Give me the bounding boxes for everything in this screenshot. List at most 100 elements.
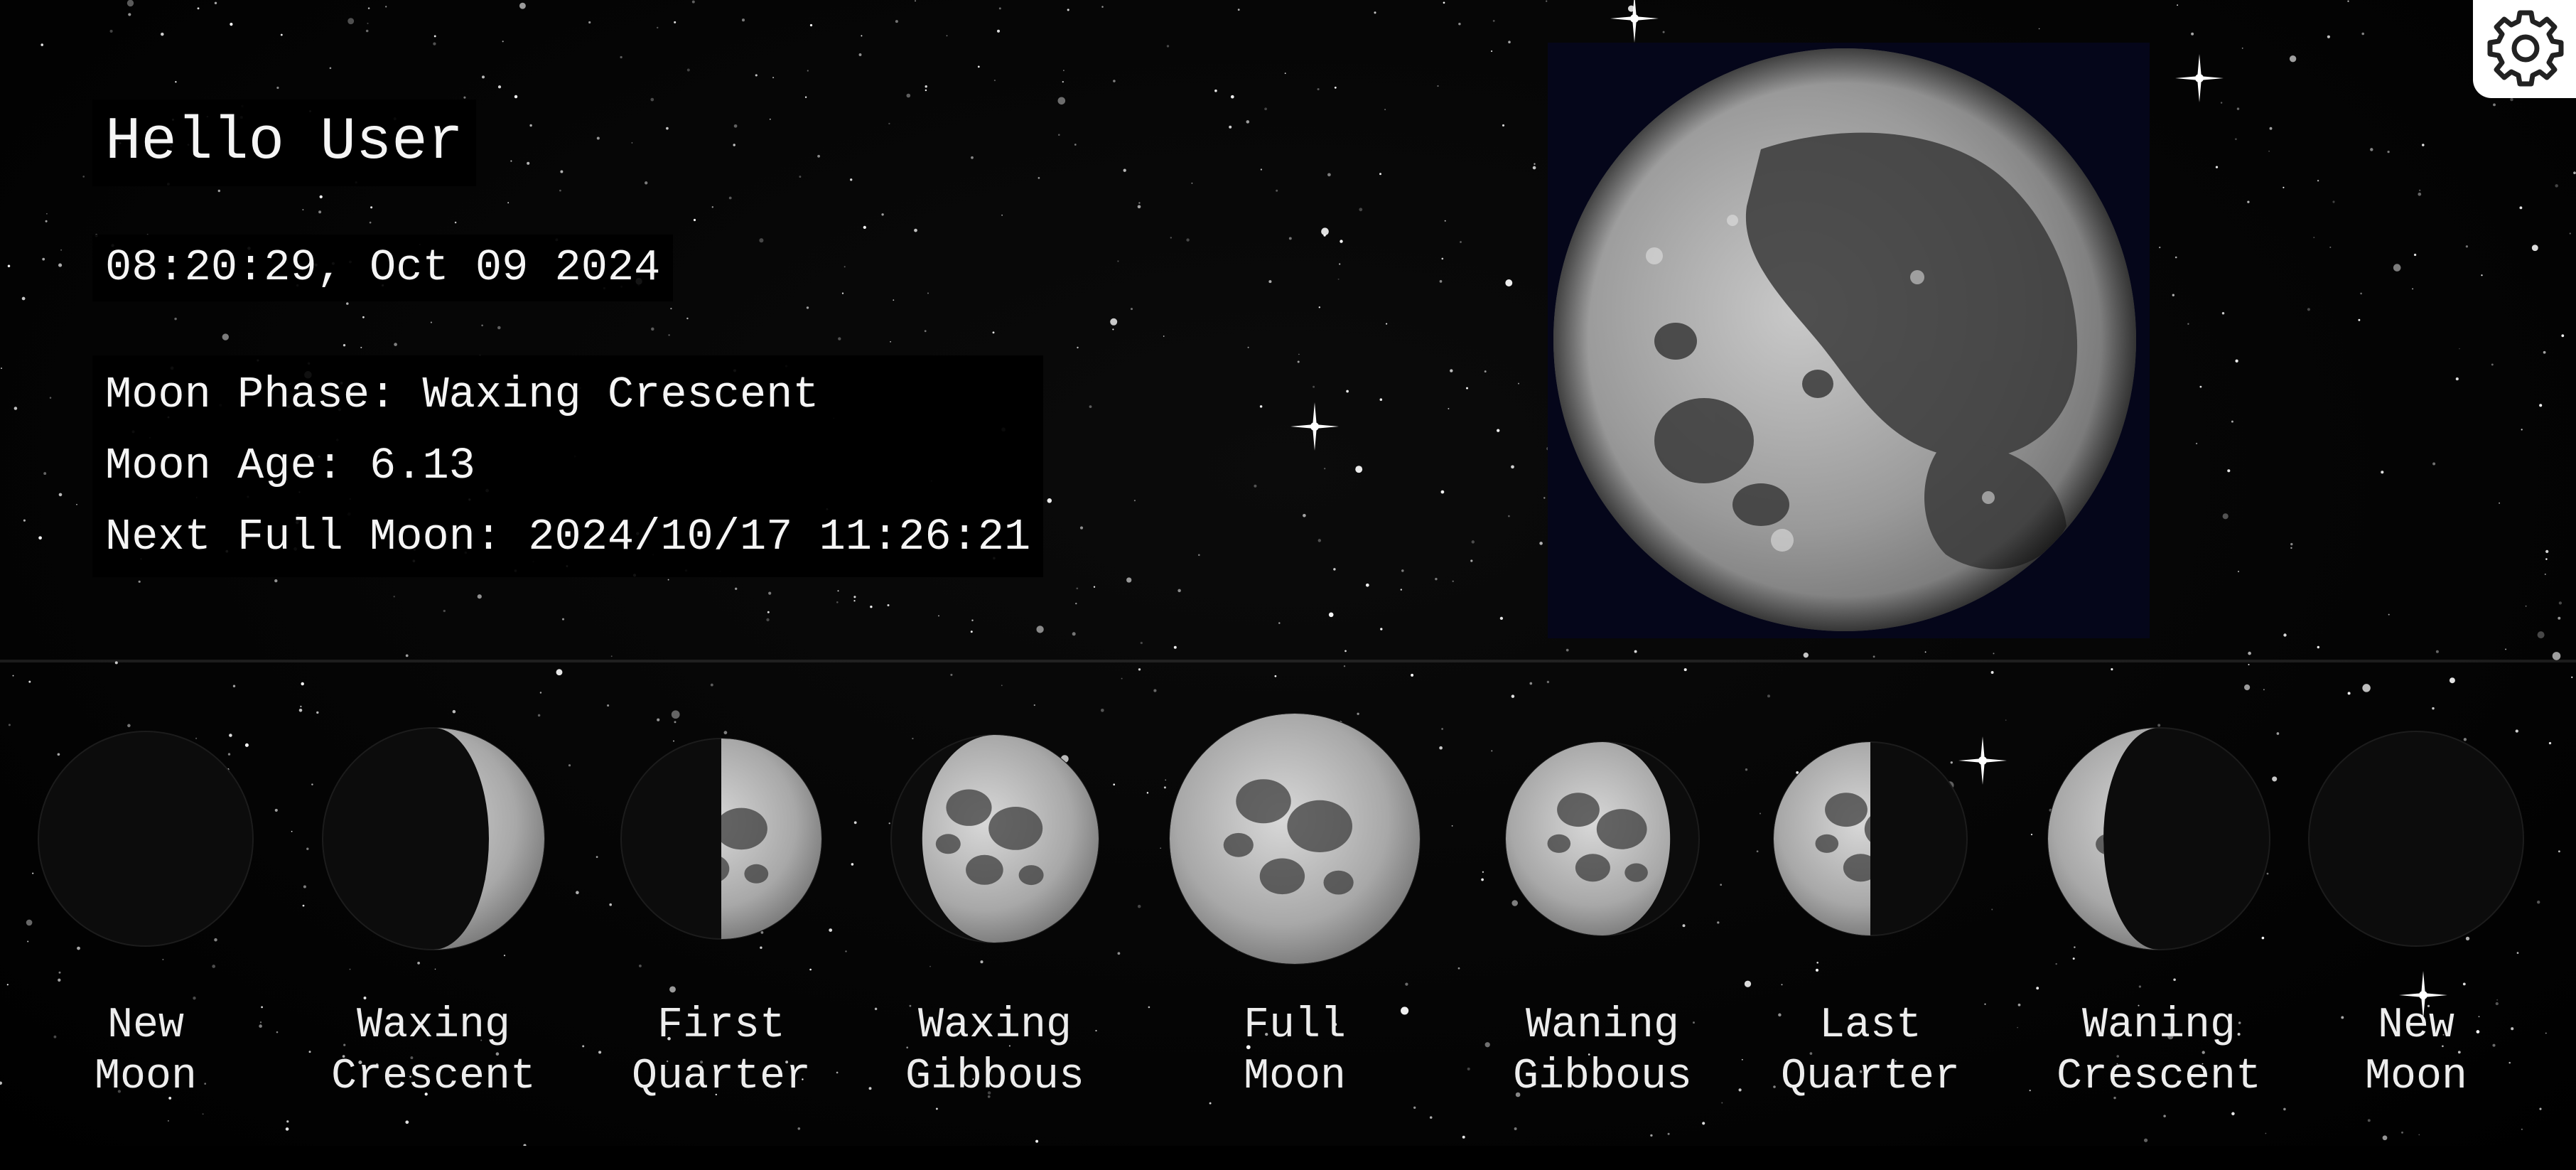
star bbox=[2432, 462, 2436, 466]
star bbox=[656, 26, 659, 29]
star bbox=[925, 89, 927, 92]
star bbox=[1448, 407, 1450, 409]
star bbox=[1, 367, 2, 370]
star bbox=[2558, 601, 2562, 605]
next-full-moon-text: Next Full Moon: 2024/10/17 11:26:21 bbox=[105, 512, 1031, 562]
star bbox=[797, 1127, 801, 1130]
star bbox=[367, 7, 370, 9]
star bbox=[405, 654, 409, 658]
phase-item: New Moon bbox=[4, 707, 288, 1102]
star bbox=[650, 97, 654, 102]
star bbox=[1138, 668, 1141, 671]
star bbox=[1457, 967, 1460, 970]
star bbox=[809, 23, 813, 27]
section-divider bbox=[0, 660, 2576, 662]
star bbox=[2558, 850, 2560, 853]
star bbox=[1110, 318, 1118, 326]
star bbox=[319, 195, 323, 199]
star bbox=[2195, 442, 2198, 445]
star bbox=[631, 142, 633, 144]
star bbox=[443, 609, 446, 613]
star bbox=[1230, 95, 1234, 99]
phase-label: Full Moon bbox=[1243, 1002, 1347, 1101]
star bbox=[1437, 85, 1439, 87]
settings-button[interactable] bbox=[2473, 0, 2576, 98]
star bbox=[1518, 382, 1519, 385]
star bbox=[1340, 240, 1343, 243]
greeting-text: Hello User bbox=[92, 100, 477, 186]
star bbox=[527, 161, 530, 165]
current-datetime: 08:20:29, Oct 09 2024 bbox=[92, 235, 674, 301]
star bbox=[2543, 350, 2546, 354]
bright-star bbox=[1290, 402, 1339, 451]
new-moon-icon bbox=[2308, 731, 2524, 947]
star bbox=[1497, 429, 1500, 432]
star bbox=[1047, 498, 1052, 503]
star bbox=[2289, 55, 2297, 63]
star bbox=[2269, 127, 2273, 130]
star bbox=[998, 7, 1001, 10]
star bbox=[2199, 385, 2202, 388]
star bbox=[109, 29, 113, 33]
star bbox=[2177, 4, 2178, 6]
star bbox=[667, 579, 669, 581]
star bbox=[1121, 677, 1123, 680]
star bbox=[1284, 73, 1286, 74]
star bbox=[971, 619, 974, 621]
star bbox=[2455, 377, 2459, 381]
star bbox=[766, 618, 770, 622]
star bbox=[1355, 466, 1363, 473]
star bbox=[2143, 1138, 2148, 1142]
star bbox=[2413, 253, 2417, 257]
star bbox=[1063, 70, 1065, 71]
star bbox=[992, 331, 995, 334]
star bbox=[1191, 182, 1193, 184]
star bbox=[2191, 32, 2194, 36]
star bbox=[1197, 554, 1200, 557]
star bbox=[2537, 631, 2545, 639]
star bbox=[2558, 616, 2561, 620]
star bbox=[1470, 559, 1473, 562]
star bbox=[1634, 650, 1637, 653]
star bbox=[560, 170, 564, 173]
star bbox=[1317, 87, 1320, 91]
star bbox=[1036, 626, 1044, 633]
star bbox=[138, 580, 141, 583]
phase-label: Last Quarter bbox=[1780, 1002, 1961, 1101]
star bbox=[2519, 206, 2523, 210]
star bbox=[924, 330, 927, 333]
star bbox=[1872, 655, 1875, 658]
star bbox=[1662, 31, 1665, 33]
star bbox=[1924, 651, 1926, 653]
star bbox=[2159, 246, 2161, 249]
star bbox=[21, 296, 26, 301]
star bbox=[1384, 109, 1386, 111]
star bbox=[12, 675, 14, 677]
waxing-crescent-icon bbox=[322, 727, 545, 950]
star bbox=[385, 6, 387, 8]
star bbox=[329, 67, 332, 70]
star bbox=[1274, 675, 1277, 677]
star bbox=[1400, 589, 1402, 591]
moon-phase-text: Moon Phase: Waxing Crescent bbox=[105, 370, 819, 420]
moon-age-text: Moon Age: 6.13 bbox=[105, 441, 475, 491]
star bbox=[769, 118, 771, 120]
star bbox=[651, 327, 654, 331]
star bbox=[1499, 616, 1504, 621]
star bbox=[519, 2, 526, 9]
star bbox=[43, 472, 47, 476]
star bbox=[2360, 292, 2362, 295]
moon-icon bbox=[1553, 48, 2136, 631]
star bbox=[1534, 163, 1536, 165]
star bbox=[645, 181, 648, 185]
star bbox=[1254, 484, 1257, 488]
moon-phase-app: Hello User 08:20:29, Oct 09 2024 Moon Ph… bbox=[0, 0, 2576, 1170]
bright-star bbox=[2175, 54, 2224, 102]
star bbox=[1401, 569, 1404, 572]
phase-item: Waning Crescent bbox=[2017, 707, 2301, 1102]
phase-label: Waxing Crescent bbox=[330, 1002, 537, 1101]
star bbox=[301, 682, 304, 686]
phase-item: New Moon bbox=[2274, 707, 2558, 1102]
star bbox=[46, 213, 48, 215]
star bbox=[870, 606, 873, 608]
